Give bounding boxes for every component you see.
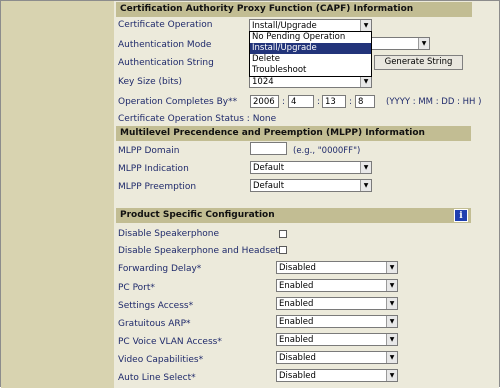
gratuitous-arp-select[interactable]: Enabled ▼ — [276, 315, 398, 328]
disable-speakerphone-label: Disable Speakerphone — [118, 229, 220, 239]
auto-line-select-label: Auto Line Select* — [118, 373, 196, 383]
pc-port-label: PC Port* — [118, 283, 155, 293]
chevron-down-icon[interactable]: ▼ — [386, 280, 397, 291]
info-icon[interactable]: i — [454, 209, 468, 222]
mlpp-domain-hint: (e.g., "0000FF") — [293, 146, 361, 156]
chevron-down-icon[interactable]: ▼ — [360, 20, 371, 31]
settings-access-label: Settings Access* — [118, 301, 194, 311]
day-field[interactable]: 13 — [322, 95, 346, 108]
mlpp-domain-label: MLPP Domain — [118, 146, 180, 156]
mlpp-indication-select[interactable]: Default ▼ — [250, 161, 372, 174]
authentication-mode-label: Authentication Mode — [118, 40, 212, 50]
disable-speakerphone-checkbox[interactable] — [279, 230, 287, 238]
mlpp-preemption-value: Default — [253, 181, 285, 191]
chevron-down-icon[interactable]: ▼ — [386, 334, 397, 345]
key-size-label: Key Size (bits) — [118, 77, 182, 87]
video-capabilities-label: Video Capabilities* — [118, 355, 204, 365]
chevron-down-icon[interactable]: ▼ — [386, 298, 397, 309]
year-field[interactable]: 2006 — [250, 95, 279, 108]
left-sidebar — [1, 1, 114, 388]
chevron-down-icon[interactable]: ▼ — [386, 316, 397, 327]
pc-voice-vlan-access-value: Enabled — [279, 335, 314, 345]
certificate-operation-dropdown[interactable]: No Pending Operation Install/Upgrade Del… — [249, 31, 372, 77]
hour-field[interactable]: 8 — [355, 95, 375, 108]
mlpp-preemption-select[interactable]: Default ▼ — [250, 179, 372, 192]
mlpp-preemption-label: MLPP Preemption — [118, 182, 197, 192]
chevron-down-icon[interactable]: ▼ — [360, 162, 371, 173]
capf-section-header: Certification Authority Proxy Function (… — [116, 2, 472, 17]
gratuitous-arp-value: Enabled — [279, 317, 314, 327]
video-capabilities-select[interactable]: Disabled ▼ — [276, 351, 398, 364]
certificate-operation-status: Certificate Operation Status : None — [118, 114, 277, 124]
month-field[interactable]: 4 — [288, 95, 314, 108]
mlpp-section-header: Multilevel Precendence and Preemption (M… — [116, 126, 471, 141]
date-format-hint: (YYYY : MM : DD : HH ) — [386, 97, 482, 107]
pc-voice-vlan-access-select[interactable]: Enabled ▼ — [276, 333, 398, 346]
mlpp-indication-value: Default — [253, 163, 285, 173]
chevron-down-icon[interactable]: ▼ — [360, 76, 371, 87]
chevron-down-icon[interactable]: ▼ — [360, 180, 371, 191]
forwarding-delay-label: Forwarding Delay* — [118, 264, 202, 274]
chevron-down-icon[interactable]: ▼ — [418, 38, 429, 49]
separator: : — [282, 97, 285, 107]
chevron-down-icon[interactable]: ▼ — [386, 370, 397, 381]
gratuitous-arp-label: Gratuitous ARP* — [118, 319, 191, 329]
pc-port-value: Enabled — [279, 281, 314, 291]
auto-line-select-select[interactable]: Disabled ▼ — [276, 369, 398, 382]
settings-access-select[interactable]: Enabled ▼ — [276, 297, 398, 310]
separator: : — [349, 97, 352, 107]
pc-voice-vlan-access-label: PC Voice VLAN Access* — [118, 337, 222, 347]
authentication-string-label: Authentication String — [118, 58, 214, 68]
disable-speakerphone-headset-label: Disable Speakerphone and Headset — [118, 246, 279, 256]
dropdown-option-troubleshoot[interactable]: Troubleshoot — [250, 65, 371, 76]
mlpp-indication-label: MLPP Indication — [118, 164, 189, 174]
forwarding-delay-select[interactable]: Disabled ▼ — [276, 261, 398, 274]
dropdown-option-delete[interactable]: Delete — [250, 54, 371, 65]
product-config-section-header: Product Specific Configuration — [116, 208, 471, 223]
video-capabilities-value: Disabled — [279, 353, 316, 363]
settings-access-value: Enabled — [279, 299, 314, 309]
mlpp-domain-field[interactable] — [250, 142, 287, 155]
auto-line-select-value: Disabled — [279, 371, 316, 381]
disable-speakerphone-headset-checkbox[interactable] — [279, 246, 287, 254]
dropdown-option-no-pending[interactable]: No Pending Operation — [250, 32, 371, 43]
certificate-operation-value: Install/Upgrade — [252, 21, 317, 31]
key-size-value: 1024 — [252, 77, 274, 87]
chevron-down-icon[interactable]: ▼ — [386, 262, 397, 273]
separator: : — [317, 97, 320, 107]
forwarding-delay-value: Disabled — [279, 263, 316, 273]
chevron-down-icon[interactable]: ▼ — [386, 352, 397, 363]
certificate-operation-label: Certificate Operation — [118, 20, 213, 30]
dropdown-option-install-upgrade[interactable]: Install/Upgrade — [250, 43, 371, 54]
pc-port-select[interactable]: Enabled ▼ — [276, 279, 398, 292]
operation-completes-by-label: Operation Completes By** — [118, 97, 238, 107]
generate-string-button[interactable]: Generate String — [374, 55, 463, 70]
